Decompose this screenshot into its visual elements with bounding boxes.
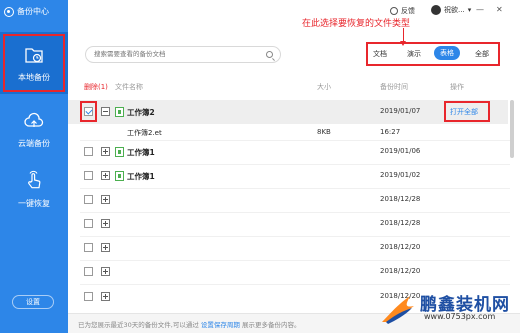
column-header-action: 操作 xyxy=(450,83,464,91)
cloud-upload-icon xyxy=(24,112,44,127)
footer-text: 已为您展示最近30天的备份文件,可以通过 设置保存周期 展示更多备份内容。 xyxy=(78,319,301,329)
folder-clock-icon xyxy=(25,47,43,63)
sidebar-item-local-backup[interactable]: 本地备份 xyxy=(0,32,68,94)
file-name: 工作簿2.et xyxy=(127,129,162,137)
backup-date: 2018/12/20 xyxy=(380,243,421,251)
backup-time: 16:27 xyxy=(380,128,401,136)
spreadsheet-file-icon xyxy=(115,171,124,181)
column-header-time: 备份时间 xyxy=(380,83,408,91)
footer-text-before: 已为您展示最近30天的备份文件,可以通过 xyxy=(78,321,199,329)
app-title-label: 备份中心 xyxy=(17,7,49,16)
expand-icon[interactable] xyxy=(101,195,110,204)
filter-tab-presentation[interactable]: 演示 xyxy=(407,49,421,59)
annotation-highlight-checkbox xyxy=(80,101,97,122)
expand-icon[interactable] xyxy=(101,267,110,276)
file-type-filter: 文档 演示 表格 全部 xyxy=(366,42,500,66)
expand-icon[interactable] xyxy=(101,243,110,252)
expand-icon[interactable] xyxy=(101,292,110,301)
table-row[interactable]: 工作簿1 2019/01/06 xyxy=(68,140,508,164)
table-row[interactable]: 工作簿2 2019/01/07 打开全部 xyxy=(68,100,508,124)
column-header-name: 文件名称 xyxy=(115,83,143,91)
user-name: 祝欲... xyxy=(444,6,465,14)
watermark-url: www.0753px.com xyxy=(424,312,496,321)
bird-logo-icon xyxy=(382,296,414,324)
chevron-down-icon: ▾ xyxy=(467,6,472,14)
avatar xyxy=(431,5,441,15)
file-name: 工作簿2 xyxy=(127,108,155,117)
table-row-child[interactable]: 工作簿2.et 8KB 16:27 xyxy=(68,124,508,140)
table-row[interactable]: 2018/12/28 xyxy=(68,212,508,236)
set-retention-period-link[interactable]: 设置保存周期 xyxy=(201,321,240,329)
table-row[interactable]: 2018/12/20 xyxy=(68,260,508,284)
row-checkbox[interactable] xyxy=(84,292,93,301)
annotation-highlight-open-all xyxy=(444,101,490,122)
row-checkbox[interactable] xyxy=(84,171,93,180)
expand-icon[interactable] xyxy=(101,171,110,180)
row-checkbox[interactable] xyxy=(84,267,93,276)
close-button[interactable]: ✕ xyxy=(496,5,503,14)
file-size: 8KB xyxy=(317,128,331,136)
filter-tab-all[interactable]: 全部 xyxy=(475,49,489,59)
table-header: 删除(1) 文件名称 大小 备份时间 操作 xyxy=(68,80,520,94)
hand-pointer-icon xyxy=(28,170,41,188)
spreadsheet-file-icon xyxy=(115,107,124,117)
file-name: 工作簿1 xyxy=(127,148,155,157)
settings-button[interactable]: 设置 xyxy=(12,295,54,309)
spreadsheet-file-icon xyxy=(115,147,124,157)
sidebar-item-one-click-restore[interactable]: 一键恢复 xyxy=(0,158,68,220)
scrollbar[interactable] xyxy=(510,100,514,158)
collapse-icon[interactable] xyxy=(101,107,110,116)
search-input[interactable] xyxy=(94,50,254,58)
app-logo-icon xyxy=(4,6,14,17)
table-row[interactable]: 2018/12/28 xyxy=(68,188,508,212)
backup-date: 2018/12/28 xyxy=(380,195,421,203)
row-checkbox[interactable] xyxy=(84,219,93,228)
watermark: 鹏鑫装机网 www.0753px.com xyxy=(380,288,520,333)
backup-date: 2018/12/28 xyxy=(380,219,421,227)
table-row[interactable]: 2018/12/20 xyxy=(68,236,508,260)
backup-date: 2019/01/06 xyxy=(380,147,421,155)
sidebar-item-cloud-backup[interactable]: 云端备份 xyxy=(0,98,68,160)
delete-button[interactable]: 删除(1) xyxy=(84,82,108,92)
annotation-text: 在此选择要恢复的文件类型 xyxy=(302,19,411,29)
user-menu[interactable]: 祝欲... ▾ xyxy=(431,5,471,15)
file-name: 工作簿1 xyxy=(127,172,155,181)
footer-text-after: 展示更多备份内容。 xyxy=(242,321,301,329)
sidebar-item-label: 云端备份 xyxy=(18,138,50,148)
search-box xyxy=(85,46,281,63)
top-bar: 反馈 祝欲... ▾ — ✕ xyxy=(68,0,520,20)
feedback-button[interactable]: 反馈 xyxy=(390,6,415,16)
row-checkbox[interactable] xyxy=(84,147,93,156)
filter-tab-document[interactable]: 文档 xyxy=(373,49,387,59)
backup-date: 2018/12/20 xyxy=(380,267,421,275)
app-title: 备份中心 xyxy=(4,6,49,17)
annotation-arrow-icon xyxy=(400,28,406,46)
minimize-button[interactable]: — xyxy=(476,5,484,14)
smiley-icon xyxy=(390,7,398,15)
expand-icon[interactable] xyxy=(101,219,110,228)
sidebar: 备份中心 本地备份 云端备份 一键恢复 设置 xyxy=(0,0,68,333)
row-checkbox[interactable] xyxy=(84,243,93,252)
sidebar-item-label: 一键恢复 xyxy=(18,198,50,208)
column-header-size: 大小 xyxy=(317,83,331,91)
filter-tab-spreadsheet[interactable]: 表格 xyxy=(434,46,460,60)
backup-date: 2019/01/07 xyxy=(380,107,421,115)
sidebar-item-label: 本地备份 xyxy=(18,72,50,82)
table-row[interactable]: 工作簿1 2019/01/02 xyxy=(68,164,508,188)
expand-icon[interactable] xyxy=(101,147,110,156)
backup-date: 2019/01/02 xyxy=(380,171,421,179)
search-icon[interactable] xyxy=(266,51,273,58)
row-checkbox[interactable] xyxy=(84,195,93,204)
feedback-label: 反馈 xyxy=(401,7,415,15)
